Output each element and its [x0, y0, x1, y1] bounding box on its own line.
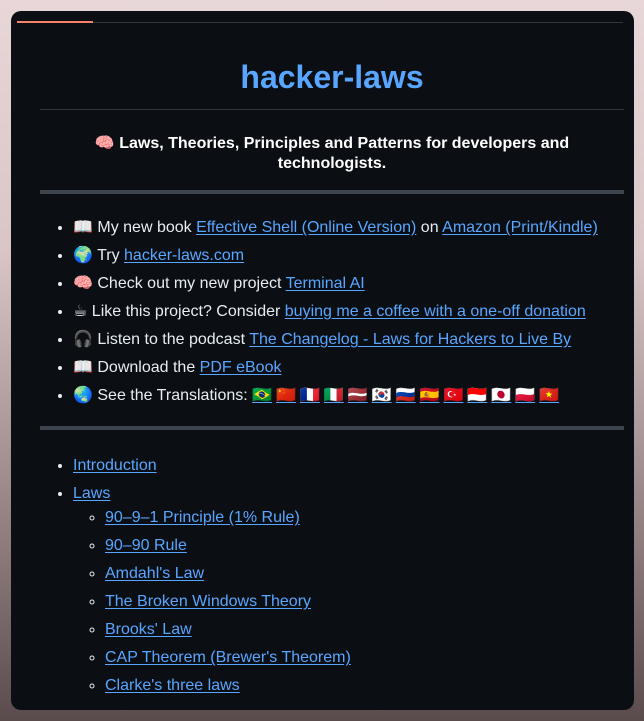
toc-law-link[interactable]: Amdahl's Law: [105, 565, 204, 582]
tagline: 🧠 Laws, Theories, Principles and Pattern…: [94, 135, 570, 172]
text: ☕ Like this project? Consider: [73, 303, 285, 320]
text: on: [416, 219, 443, 236]
translation-flag-link[interactable]: 🇮🇹: [324, 387, 344, 404]
translation-flag-link[interactable]: 🇷🇺: [396, 387, 416, 404]
links-item: 🎧 Listen to the podcast The Changelog - …: [73, 330, 624, 358]
toc-law-link[interactable]: 90–9–1 Principle (1% Rule): [105, 509, 300, 526]
links-item: 🌏 See the Translations: 🇧🇷🇨🇳🇫🇷🇮🇹🇱🇻🇰🇷🇷🇺🇪🇸…: [73, 386, 624, 414]
link[interactable]: Terminal AI: [286, 275, 365, 292]
laws-sublist: 90–9–1 Principle (1% Rule) 90–90 Rule Amda…: [73, 508, 624, 704]
translation-flag-link[interactable]: 🇪🇸: [420, 387, 440, 404]
toc-item-introduction: Introduction: [73, 456, 624, 484]
translation-flag-link[interactable]: 🇧🇷: [252, 387, 272, 404]
link[interactable]: buying me a coffee with a one-off donati…: [285, 303, 586, 320]
text: 🧠 Check out my new project: [73, 275, 286, 292]
text: 🎧 Listen to the podcast: [73, 331, 250, 348]
toc-law-item: Clarke's three laws: [105, 676, 624, 704]
translation-flag-link[interactable]: 🇯🇵: [491, 387, 511, 404]
page-title: hacker-laws: [240, 59, 424, 95]
toc-law-link[interactable]: The Broken Windows Theory: [105, 593, 311, 610]
text: 📖 Download the: [73, 359, 200, 376]
toc-law-link[interactable]: Clarke's three laws: [105, 677, 240, 694]
table-of-contents: Introduction Laws 90–9–1 Principle (1% R…: [40, 430, 624, 704]
translation-flag-link[interactable]: 🇮🇩: [467, 387, 487, 404]
toc-link-laws[interactable]: Laws: [73, 485, 110, 502]
link[interactable]: Amazon (Print/Kindle): [442, 219, 598, 236]
translation-flag-link[interactable]: 🇨🇳: [276, 387, 296, 404]
readme-content: hacker-laws 🧠 Laws, Theories, Principles…: [40, 23, 624, 704]
toc-law-link[interactable]: Brooks' Law: [105, 621, 192, 638]
toc-law-item: CAP Theorem (Brewer's Theorem): [105, 648, 624, 676]
translation-flag-link[interactable]: 🇻🇳: [539, 387, 559, 404]
translation-flag-link[interactable]: 🇹🇷: [444, 387, 464, 404]
toc-law-item: The Broken Windows Theory: [105, 592, 624, 620]
toc-law-item: Brooks' Law: [105, 620, 624, 648]
browser-window: hacker-laws 🧠 Laws, Theories, Principles…: [11, 11, 634, 710]
toc-law-item: 90–90 Rule: [105, 536, 624, 564]
toc-law-item: Amdahl's Law: [105, 564, 624, 592]
toc-item-laws: Laws 90–9–1 Principle (1% Rule) 90–90 Rul…: [73, 484, 624, 704]
translation-flag-link[interactable]: 🇱🇻: [348, 387, 368, 404]
link[interactable]: The Changelog - Laws for Hackers to Live…: [249, 331, 571, 348]
links-item: 📖 Download the PDF eBook: [73, 358, 624, 386]
links-item: 🌍 Try hacker-laws.com: [73, 246, 624, 274]
text: 🌍 Try: [73, 247, 125, 264]
links-list: 📖 My new book Effective Shell (Online Ve…: [40, 194, 624, 414]
toc-law-link[interactable]: CAP Theorem (Brewer's Theorem): [105, 649, 351, 666]
link[interactable]: Effective Shell (Online Version): [196, 219, 416, 236]
toc-link-introduction[interactable]: Introduction: [73, 457, 157, 474]
link[interactable]: hacker-laws.com: [124, 247, 244, 264]
links-item: 📖 My new book Effective Shell (Online Ve…: [73, 218, 624, 246]
toc-law-link[interactable]: 90–90 Rule: [105, 537, 187, 554]
links-item: ☕ Like this project? Consider buying me …: [73, 302, 624, 330]
translation-flag-link[interactable]: 🇵🇱: [515, 387, 535, 404]
translation-flag-link[interactable]: 🇫🇷: [300, 387, 320, 404]
title-divider: [40, 109, 624, 110]
toc-law-item: 90–9–1 Principle (1% Rule): [105, 508, 624, 536]
translation-flag-link[interactable]: 🇰🇷: [372, 387, 392, 404]
link[interactable]: PDF eBook: [200, 359, 282, 376]
text: 🌏 See the Translations:: [73, 387, 253, 404]
text: 📖 My new book: [73, 219, 197, 236]
links-item: 🧠 Check out my new project Terminal AI: [73, 274, 624, 302]
